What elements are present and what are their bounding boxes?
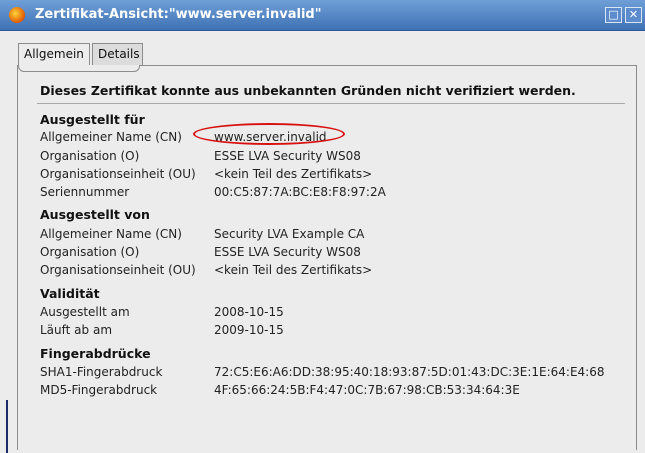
- issued-on-value: 2008-10-15: [214, 305, 284, 319]
- window-title: Zertifikat-Ansicht:"www.server.invalid": [35, 7, 322, 22]
- issued-by-ou-value: <kein Teil des Zertifikats>: [214, 263, 373, 277]
- separator: [37, 103, 625, 104]
- expires-on-value: 2009-10-15: [214, 323, 284, 337]
- issued-to-o-label: Organisation (O): [40, 149, 140, 163]
- section-title-fingerprints: Fingerabdrücke: [40, 346, 151, 361]
- issued-on-label: Ausgestellt am: [40, 305, 130, 319]
- maximize-button[interactable]: □: [605, 7, 622, 23]
- section-title-issued-to: Ausgestellt für: [40, 112, 145, 127]
- firefox-icon: [9, 7, 25, 23]
- section-title-validity: Validität: [40, 286, 100, 301]
- issued-to-cn-label: Allgemeiner Name (CN): [40, 130, 182, 144]
- section-title-issued-by: Ausgestellt von: [40, 207, 150, 222]
- tab-allgemein[interactable]: Allgemein: [18, 43, 90, 66]
- close-button[interactable]: ✕: [625, 7, 642, 23]
- window-edge: [6, 400, 8, 453]
- serial-number-value: 00:C5:87:7A:BC:E8:F8:97:2A: [214, 185, 386, 199]
- expires-on-label: Läuft ab am: [40, 323, 113, 337]
- issued-by-o-label: Organisation (O): [40, 245, 140, 259]
- tab-details[interactable]: Details: [92, 43, 143, 65]
- verification-note: Dieses Zertifikat konnte aus unbekannten…: [40, 83, 576, 98]
- issued-to-o-value: ESSE LVA Security WS08: [214, 149, 361, 163]
- issued-by-cn-label: Allgemeiner Name (CN): [40, 227, 182, 241]
- serial-number-label: Seriennummer: [40, 185, 130, 199]
- issued-by-ou-label: Organisationseinheit (OU): [40, 263, 196, 277]
- issued-by-o-value: ESSE LVA Security WS08: [214, 245, 361, 259]
- md5-label: MD5-Fingerabdruck: [40, 383, 158, 397]
- issued-to-ou-label: Organisationseinheit (OU): [40, 167, 196, 181]
- highlight-ellipse: [193, 123, 345, 145]
- issued-by-cn-value: Security LVA Example CA: [214, 227, 365, 241]
- sha1-value: 72:C5:E6:A6:DD:38:95:40:18:93:87:5D:01:4…: [214, 365, 605, 379]
- sha1-label: SHA1-Fingerabdruck: [40, 365, 163, 379]
- md5-value: 4F:65:66:24:5B:F4:47:0C:7B:67:98:CB:53:3…: [214, 383, 520, 397]
- title-bar[interactable]: Zertifikat-Ansicht:"www.server.invalid" …: [0, 0, 645, 31]
- certificate-viewer-window: Zertifikat-Ansicht:"www.server.invalid" …: [0, 0, 645, 453]
- tab-focus-indicator: [18, 65, 140, 72]
- issued-to-ou-value: <kein Teil des Zertifikats>: [214, 167, 373, 181]
